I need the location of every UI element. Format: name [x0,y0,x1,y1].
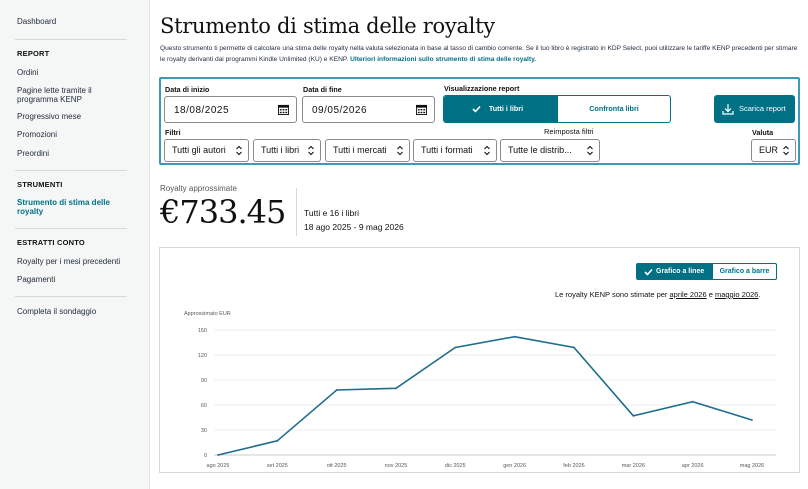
data-point[interactable] [454,346,457,349]
royalty-line-chart: Approssimato EUR 0 30 60 90 120 150 ago 2025 s… [184,311,776,469]
data-point[interactable] [335,389,338,391]
x-tick-label: set 2025 [267,463,288,469]
data-point[interactable] [751,419,753,421]
series-line [217,335,753,456]
y-tick-label: 120 [198,353,207,359]
y-tick-label: 90 [201,378,207,384]
x-tick-label: feb 2026 [563,463,584,469]
x-tick-label: mag 2026 [740,463,764,469]
x-tick-label: ago 2025 [207,463,230,469]
y-tick-label: 150 [198,328,207,334]
data-point[interactable] [513,335,516,338]
data-point[interactable] [217,454,219,456]
x-tick-label: gen 2026 [503,463,526,469]
y-axis-label: Approssimato EUR [184,311,231,317]
y-tick-label: 60 [201,403,207,409]
data-point[interactable] [395,387,397,390]
data-point[interactable] [276,439,279,442]
x-tick-label: apr 2026 [682,463,704,469]
data-point[interactable] [573,346,575,349]
y-tick-label: 0 [204,453,207,459]
x-tick-label: nov 2025 [385,463,408,469]
y-tick-label: 30 [201,428,207,434]
data-point[interactable] [691,400,694,403]
x-tick-label: dic 2025 [445,463,466,469]
data-point[interactable] [632,414,635,417]
x-tick-label: mar 2026 [622,463,645,469]
x-tick-label: ott 2025 [327,463,347,469]
